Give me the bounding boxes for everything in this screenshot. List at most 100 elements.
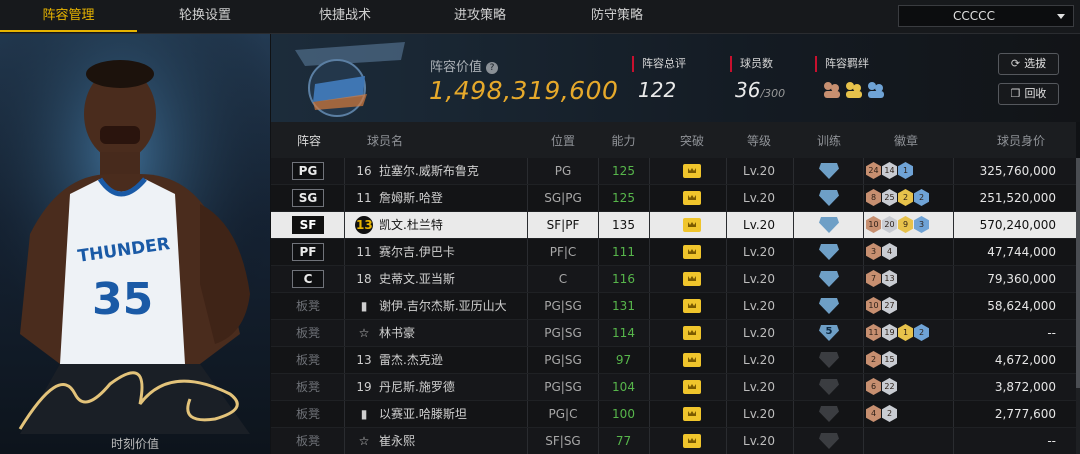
crown-icon[interactable] xyxy=(683,434,701,448)
slot-bench-label[interactable]: 板凳 xyxy=(292,428,324,454)
table-row[interactable]: SG 11 詹姆斯.哈登 SG|PG 125 Lv.20 8 25 2 2 251,520,000 xyxy=(271,185,1076,212)
tab-offense-strategy[interactable]: 进攻策略 xyxy=(415,0,545,32)
crown-icon[interactable] xyxy=(683,245,701,259)
tab-rotation-settings[interactable]: 轮换设置 xyxy=(140,0,270,32)
crown-icon[interactable] xyxy=(683,191,701,205)
pick-button[interactable]: ⟳ 选拔 xyxy=(998,53,1059,75)
table-row[interactable]: 板凳 ☆ 林书豪 PG|SG 114 Lv.20 5 11 19 1 2 -- xyxy=(271,320,1076,347)
player-salary: 2,777,600 xyxy=(994,407,1056,421)
col-position[interactable]: 位置 xyxy=(529,132,597,149)
tab-quick-tactics[interactable]: 快捷战术 xyxy=(280,0,410,32)
player-level: Lv.20 xyxy=(743,272,775,286)
training-shield-icon[interactable] xyxy=(819,163,839,179)
column-divider xyxy=(953,266,954,292)
column-divider xyxy=(598,401,599,427)
col-badges[interactable]: 徽章 xyxy=(876,132,936,149)
player-name[interactable]: 丹尼斯.施罗德 xyxy=(379,374,455,400)
player-name[interactable]: 林书豪 xyxy=(379,320,415,346)
col-name[interactable]: 球员名 xyxy=(355,132,415,149)
badge-group[interactable]: 42 xyxy=(866,405,898,423)
player-name[interactable]: 拉塞尔.威斯布鲁克 xyxy=(379,158,479,184)
table-row[interactable]: PF 11 赛尔吉.伊巴卡 PF|C 111 Lv.20 3 4 47,744,000 xyxy=(271,239,1076,266)
player-name[interactable]: 史蒂文.亚当斯 xyxy=(379,266,455,292)
tab-lineup-management[interactable]: 阵容管理 xyxy=(0,0,137,32)
badge-group[interactable]: 11 19 1 2 xyxy=(866,324,930,342)
badge-group[interactable]: 6 22 xyxy=(866,378,898,396)
player-name[interactable]: 赛尔吉.伊巴卡 xyxy=(379,239,455,265)
training-shield-icon[interactable] xyxy=(819,244,839,260)
slot-bench-label[interactable]: 板凳 xyxy=(292,401,324,427)
col-salary[interactable]: 球员身价 xyxy=(971,132,1071,149)
training-shield-icon[interactable] xyxy=(819,298,839,314)
col-breakthrough[interactable]: 突破 xyxy=(667,132,717,149)
recycle-button[interactable]: ❐ 回收 xyxy=(998,83,1059,105)
training-shield-icon[interactable]: 5 xyxy=(819,325,839,341)
crown-icon[interactable] xyxy=(683,353,701,367)
table-row[interactable]: 板凳 ☆ 崔永熙 SF|SG 77 Lv.20 -- xyxy=(271,428,1076,454)
badge-group[interactable]: 24 14 1 xyxy=(866,162,914,180)
table-row[interactable]: 板凳 ▮ 谢伊.吉尔杰斯.亚历山大 PG|SG 131 Lv.20 10 27 58,624,0… xyxy=(271,293,1076,320)
badge-group[interactable]: 2 15 xyxy=(866,351,898,369)
slot-position-box[interactable]: C xyxy=(292,270,324,288)
badge-group[interactable]: 7 13 xyxy=(866,270,898,288)
badge-hexagon-icon: 8 xyxy=(866,189,881,206)
table-row[interactable]: 板凳 ▮ 以赛亚.哈滕斯坦 PG|C 100 Lv.20 4 2 2,777,600 xyxy=(271,401,1076,428)
badge-group[interactable]: 10 20 9 3 xyxy=(866,216,930,234)
slot-position-box[interactable]: PF xyxy=(292,243,324,261)
column-divider xyxy=(649,266,650,292)
training-shield-icon[interactable] xyxy=(819,352,839,368)
badge-group[interactable]: 34 xyxy=(866,243,898,261)
player-name[interactable]: 凯文.杜兰特 xyxy=(379,212,443,238)
slot-bench-label[interactable]: 板凳 xyxy=(292,293,324,319)
crown-icon[interactable] xyxy=(683,272,701,286)
training-shield-icon[interactable] xyxy=(819,433,839,449)
table-row[interactable]: C 18 史蒂文.亚当斯 C 116 Lv.20 7 13 79,360,000 xyxy=(271,266,1076,293)
badge-group[interactable]: 10 27 xyxy=(866,297,898,315)
training-shield-icon[interactable] xyxy=(819,406,839,422)
crown-icon[interactable] xyxy=(683,380,701,394)
training-shield-icon[interactable] xyxy=(819,271,839,287)
player-name[interactable]: 以赛亚.哈滕斯坦 xyxy=(379,401,467,427)
crown-icon[interactable] xyxy=(683,218,701,232)
table-row[interactable]: 板凳 13 雷杰.杰克逊 PG|SG 97 Lv.20 2 15 4,672,000 xyxy=(271,347,1076,374)
tab-defense-strategy[interactable]: 防守策略 xyxy=(552,0,682,32)
slot-bench-label[interactable]: 板凳 xyxy=(292,374,324,400)
crown-icon[interactable] xyxy=(683,299,701,313)
slot-position-box[interactable]: SG xyxy=(292,189,324,207)
player-name[interactable]: 谢伊.吉尔杰斯.亚历山大 xyxy=(379,293,507,319)
table-row[interactable]: PG 16 拉塞尔.威斯布鲁克 PG 125 Lv.20 24 14 1 325,760,000 xyxy=(271,158,1076,185)
slot-bench-label[interactable]: 板凳 xyxy=(292,347,324,373)
bond-icons[interactable] xyxy=(821,79,891,105)
training-shield-icon[interactable] xyxy=(819,217,839,233)
training-shield-icon[interactable] xyxy=(819,190,839,206)
training-shield-icon[interactable] xyxy=(819,379,839,395)
star-icon: ☆ xyxy=(358,434,370,448)
badge-hexagon-icon: 4 xyxy=(866,405,881,422)
help-icon[interactable]: ? xyxy=(486,62,499,74)
crown-icon[interactable] xyxy=(683,164,701,178)
slot-position-box[interactable]: PG xyxy=(292,162,324,180)
crown-icon[interactable] xyxy=(683,326,701,340)
slot-position-box[interactable]: SF xyxy=(292,216,324,234)
table-scrollbar[interactable] xyxy=(1076,158,1080,454)
badge-hexagon-icon: 3 xyxy=(866,243,881,260)
col-training[interactable]: 训练 xyxy=(806,132,852,149)
team-dropdown[interactable]: CCCCC xyxy=(898,5,1074,27)
player-name[interactable]: 詹姆斯.哈登 xyxy=(379,185,443,211)
col-ability[interactable]: 能力 xyxy=(600,132,647,149)
column-divider xyxy=(793,374,794,400)
total-rating-value: 122 xyxy=(638,78,677,102)
player-name[interactable]: 崔永熙 xyxy=(379,428,415,454)
crown-icon[interactable] xyxy=(683,407,701,421)
table-row[interactable]: 板凳 19 丹尼斯.施罗德 PG|SG 104 Lv.20 6 22 3,872,000 xyxy=(271,374,1076,401)
table-row[interactable]: SF 13 凯文.杜兰特 SF|PF 135 Lv.20 10 20 9 3 570,240,000 xyxy=(271,212,1076,239)
slot-bench-label[interactable]: 板凳 xyxy=(292,320,324,346)
badge-hexagon-icon: 15 xyxy=(882,351,897,368)
player-name[interactable]: 雷杰.杰克逊 xyxy=(379,347,443,373)
col-slot[interactable]: 阵容 xyxy=(279,132,339,149)
scrollbar-thumb[interactable] xyxy=(1076,158,1080,388)
column-divider xyxy=(598,347,599,373)
badge-group[interactable]: 8 25 2 2 xyxy=(866,189,930,207)
player-count-max: /300 xyxy=(760,87,786,100)
col-level[interactable]: 等级 xyxy=(729,132,789,149)
